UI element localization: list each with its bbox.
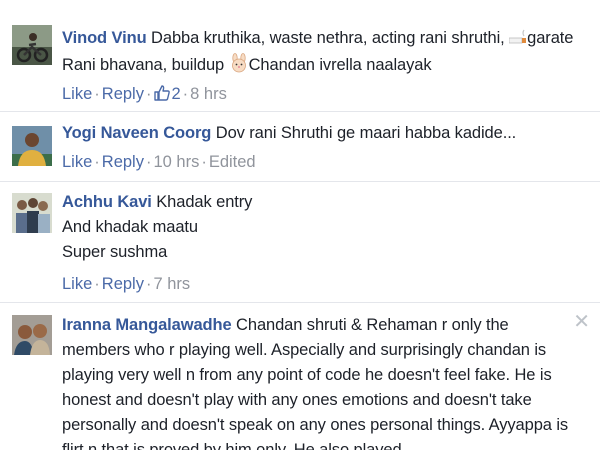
comment-divider xyxy=(0,111,600,112)
comment-body: Vinod Vinu Dabba kruthika, waste nethra,… xyxy=(62,26,578,80)
comment-text-line: Khadak entry xyxy=(156,193,253,211)
avatar-image-person xyxy=(12,126,52,166)
reply-link[interactable]: Reply xyxy=(102,85,144,103)
comment-text-line: Super sushma xyxy=(62,243,168,261)
reply-link[interactable]: Reply xyxy=(102,275,144,293)
thumbs-up-icon[interactable] xyxy=(153,84,171,108)
timestamp[interactable]: 8 hrs xyxy=(190,85,227,103)
rabbit-face-icon xyxy=(229,53,249,80)
avatar[interactable] xyxy=(12,315,52,355)
comment-author[interactable]: Vinod Vinu xyxy=(62,29,147,47)
comment-text: Chandan ivrella naalayak xyxy=(248,56,432,74)
reply-link[interactable]: Reply xyxy=(102,153,144,171)
like-count[interactable]: 2 xyxy=(171,85,180,103)
separator-dot: · xyxy=(94,275,100,293)
separator-dot: · xyxy=(201,153,207,171)
separator-dot: · xyxy=(145,85,152,103)
comment-text-line: And khadak maatu xyxy=(62,218,198,236)
comment-body: Yogi Naveen Coorg Dov rani Shruthi ge ma… xyxy=(62,121,578,145)
like-link[interactable]: Like xyxy=(62,153,92,171)
timestamp[interactable]: 10 hrs xyxy=(153,153,199,171)
comment-author[interactable]: Iranna Mangalawadhe xyxy=(62,316,232,334)
timestamp[interactable]: 7 hrs xyxy=(153,275,190,293)
comment-author[interactable]: Yogi Naveen Coorg xyxy=(62,124,211,142)
avatar-image-group xyxy=(12,193,52,233)
like-link[interactable]: Like xyxy=(62,275,92,293)
comment-text: Dov rani Shruthi ge maari habba kadide..… xyxy=(215,124,517,142)
comment-text: Chandan shruti & Rehaman r only the memb… xyxy=(62,316,569,450)
avatar[interactable] xyxy=(12,193,52,233)
separator-dot: · xyxy=(94,153,100,171)
separator-dot: · xyxy=(145,275,152,293)
cigarette-icon xyxy=(508,28,527,53)
avatar-image-motorbike xyxy=(12,25,52,65)
separator-dot: · xyxy=(94,85,100,103)
separator-dot: · xyxy=(145,153,152,171)
comment-text: Dabba kruthika, waste nethra, acting ran… xyxy=(151,29,510,47)
avatar[interactable] xyxy=(12,25,52,65)
comment-actions: Like · Reply · 2 · 8 hrs xyxy=(62,83,227,108)
separator-dot: · xyxy=(182,85,189,103)
edited-label[interactable]: Edited xyxy=(209,153,256,171)
like-link[interactable]: Like xyxy=(62,85,92,103)
avatar-image-two-people xyxy=(12,315,52,355)
comment-body: Iranna Mangalawadhe Chandan shruti & Reh… xyxy=(62,313,578,450)
comment-actions: Like · Reply · 10 hrs · Edited xyxy=(62,151,256,173)
comment-body: Achhu Kavi Khadak entry And khadak maatu… xyxy=(62,190,578,265)
avatar[interactable] xyxy=(12,126,52,166)
comment-divider xyxy=(0,302,600,303)
comment-divider xyxy=(0,181,600,182)
comment-author[interactable]: Achhu Kavi xyxy=(62,193,152,211)
comment-actions: Like · Reply · 7 hrs xyxy=(62,273,190,295)
